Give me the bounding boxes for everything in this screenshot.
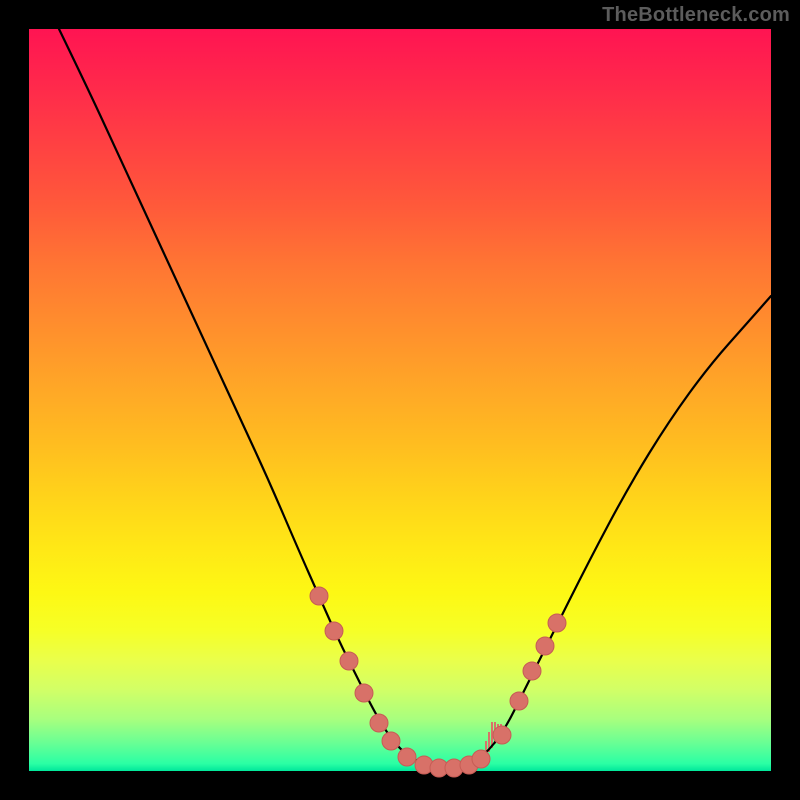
plot-area bbox=[29, 29, 771, 771]
watermark-text: TheBottleneck.com bbox=[602, 4, 790, 27]
chart-frame: TheBottleneck.com bbox=[0, 0, 800, 800]
